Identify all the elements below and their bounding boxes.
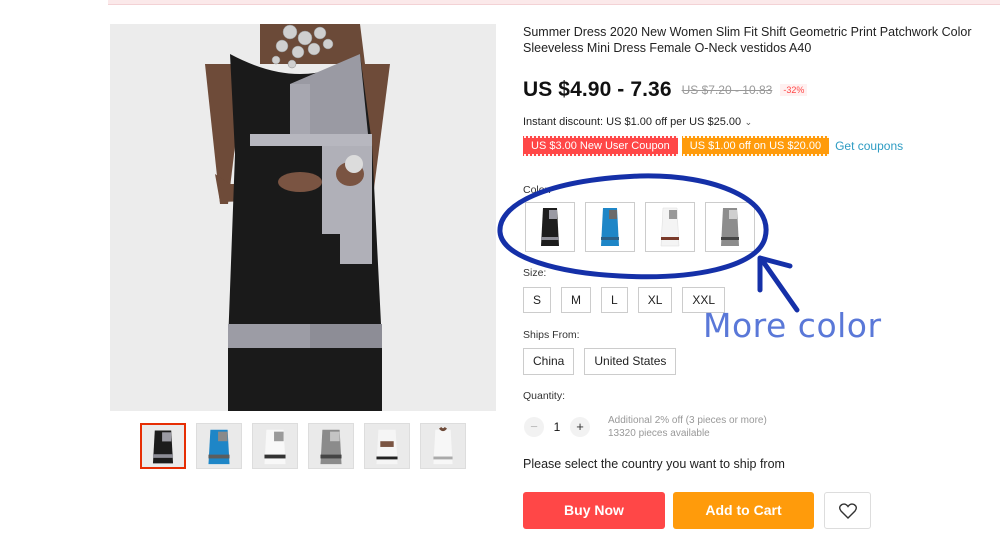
add-to-cart-button[interactable]: Add to Cart — [673, 492, 814, 529]
ships-from-label: Ships From: — [523, 329, 580, 341]
dress-black-icon — [541, 208, 559, 246]
quantity-stepper: − 1 + Additional 2% off (3 pieces or mor… — [524, 414, 767, 440]
color-swatch-blue[interactable] — [585, 202, 635, 252]
dress-grey-icon — [721, 208, 739, 246]
size-option-s[interactable]: S — [523, 287, 552, 313]
quantity-label: Quantity: — [523, 390, 566, 402]
ships-from-china[interactable]: China — [523, 348, 575, 375]
thumbnail-white-front[interactable] — [364, 423, 410, 469]
color-swatch-black[interactable] — [525, 202, 575, 252]
current-price: US $4.90 - 7.36 — [523, 78, 672, 101]
thumbnail-strip — [140, 423, 466, 469]
annotation-text: More color — [703, 306, 882, 345]
chevron-down-icon: ⌄ — [742, 117, 753, 127]
size-option-m[interactable]: M — [561, 287, 592, 313]
new-user-coupon[interactable]: US $3.00 New User Coupon — [523, 136, 678, 156]
top-strip — [108, 0, 1000, 5]
size-option-l[interactable]: L — [601, 287, 628, 313]
heart-icon — [838, 502, 857, 519]
quantity-decrease-button[interactable]: − — [524, 417, 544, 437]
instant-discount-text: Instant discount: US $1.00 off per US $2… — [523, 116, 742, 128]
color-swatch-grey[interactable] — [705, 202, 755, 252]
store-coupon[interactable]: US $1.00 off on US $20.00 — [681, 136, 830, 156]
instant-discount[interactable]: Instant discount: US $1.00 off per US $2… — [523, 116, 752, 128]
quantity-increase-button[interactable]: + — [570, 417, 590, 437]
thumbnail-grey[interactable] — [308, 423, 354, 469]
quantity-info: Additional 2% off (3 pieces or more) 133… — [608, 414, 767, 440]
size-option-xl[interactable]: XL — [637, 287, 673, 313]
ship-country-prompt: Please select the country you want to sh… — [523, 457, 785, 471]
price-row: US $4.90 - 7.36 US $7.20 - 10.83 -32% — [523, 78, 808, 102]
thumbnail-white[interactable] — [252, 423, 298, 469]
bulk-discount-note: Additional 2% off (3 pieces or more) — [608, 415, 767, 426]
buy-now-button[interactable]: Buy Now — [523, 492, 665, 529]
get-coupons-link[interactable]: Get coupons — [835, 139, 903, 153]
dress-blue-icon — [601, 208, 619, 246]
color-label: Color: — [523, 184, 552, 196]
main-product-image[interactable] — [110, 24, 496, 411]
wishlist-button[interactable] — [824, 492, 871, 529]
quantity-value[interactable]: 1 — [544, 420, 570, 434]
ships-from-united-states[interactable]: United States — [584, 348, 677, 375]
ships-from-options: China United States — [523, 348, 677, 375]
annotation-arrow — [757, 255, 800, 313]
dress-photo — [110, 24, 496, 411]
coupon-row: US $3.00 New User Coupon US $1.00 off on… — [523, 136, 903, 156]
size-options: S M L XL XXL — [523, 287, 726, 313]
thumbnail-black-grey[interactable] — [140, 423, 186, 469]
dress-white-icon — [660, 207, 680, 247]
size-label: Size: — [523, 267, 547, 279]
product-title: Summer Dress 2020 New Women Slim Fit Shi… — [523, 25, 972, 55]
stock-note: 13320 pieces available — [608, 428, 710, 439]
discount-badge: -32% — [780, 84, 808, 96]
thumbnail-white-back[interactable] — [420, 423, 466, 469]
color-swatch-white[interactable] — [645, 202, 695, 252]
color-options — [525, 202, 755, 252]
thumbnail-blue[interactable] — [196, 423, 242, 469]
original-price: US $7.20 - 10.83 — [681, 83, 773, 97]
